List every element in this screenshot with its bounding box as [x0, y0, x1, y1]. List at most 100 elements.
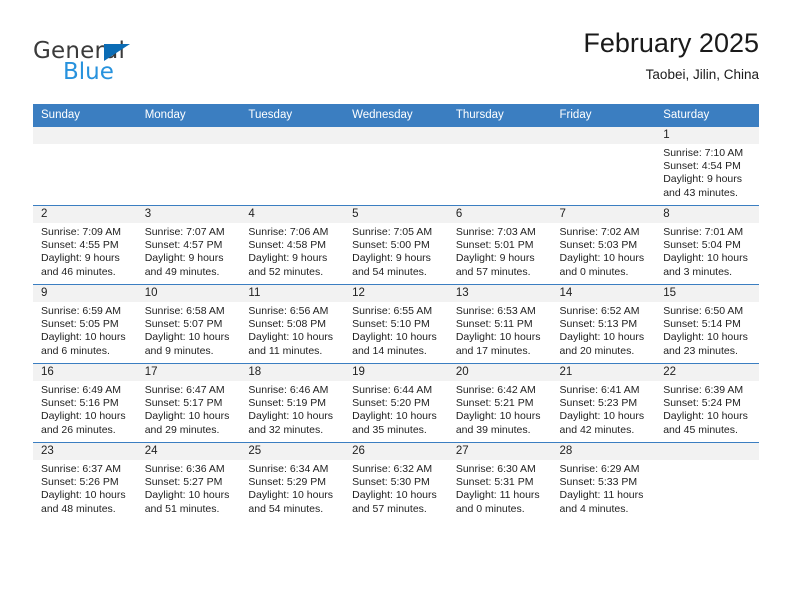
daylight-duration-line2: and 23 minutes.	[663, 344, 738, 357]
location-subtitle: Taobei, Jilin, China	[645, 67, 759, 82]
daylight-duration-line2: and 29 minutes.	[144, 423, 220, 436]
day-cell-content: 12 Sunrise: 6:55 AM Sunset: 5:10 PM Dayligh…	[344, 285, 448, 363]
calendar-day-cell[interactable]: 24 Sunrise: 6:36 AM Sunset: 5:27 PM Dayligh…	[136, 442, 241, 521]
day-cell-content: 11 Sunrise: 6:56 AM Sunset: 5:08 PM Dayligh…	[240, 285, 345, 363]
daylight-duration-line1: Daylight: 10 hours	[559, 331, 645, 344]
day-cell-content: 15 Sunrise: 6:50 AM Sunset: 5:14 PM Dayligh…	[655, 285, 759, 363]
day-number	[344, 127, 448, 144]
calendar-day-cell[interactable]: 13 Sunrise: 6:53 AM Sunset: 5:11 PM Dayligh…	[447, 284, 552, 364]
sunrise-time: Sunrise: 6:36 AM	[144, 463, 225, 475]
daylight-duration-line2: and 54 minutes.	[248, 502, 324, 515]
calendar-day-cell[interactable]: 5 Sunrise: 7:05 AM Sunset: 5:00 PM Daylight…	[344, 205, 448, 285]
sunrise-time: Sunrise: 7:05 AM	[352, 226, 433, 238]
sunrise-time: Sunrise: 6:47 AM	[144, 384, 225, 396]
daylight-duration-line1: Daylight: 10 hours	[41, 410, 126, 423]
sunset-time: Sunset: 5:33 PM	[559, 476, 638, 489]
day-number: 25	[240, 443, 345, 460]
daylight-duration-line1: Daylight: 10 hours	[41, 489, 126, 502]
day-cell-content: 26 Sunrise: 6:32 AM Sunset: 5:30 PM Dayligh…	[344, 443, 448, 521]
daylight-duration-line2: and 39 minutes.	[455, 423, 531, 436]
daylight-duration-line1: Daylight: 9 hours	[663, 173, 743, 186]
calendar-day-cell[interactable]: 3 Sunrise: 7:07 AM Sunset: 4:57 PM Daylight…	[136, 205, 241, 285]
calendar-day-cell[interactable]: 25 Sunrise: 6:34 AM Sunset: 5:29 PM Dayligh…	[240, 442, 345, 521]
calendar-day-cell[interactable]: 27 Sunrise: 6:30 AM Sunset: 5:31 PM Dayligh…	[447, 442, 552, 521]
day-cell-content: 8 Sunrise: 7:01 AM Sunset: 5:04 PM Daylight…	[655, 206, 759, 284]
day-number: 18	[240, 364, 345, 381]
weekday-header-wednesday: Wednesday	[344, 104, 448, 127]
daylight-duration-line1: Daylight: 9 hours	[41, 252, 120, 265]
daylight-duration-line2: and 57 minutes.	[352, 502, 427, 515]
calendar-day-cell[interactable]: 12 Sunrise: 6:55 AM Sunset: 5:10 PM Dayligh…	[344, 284, 448, 364]
day-number: 6	[447, 206, 552, 223]
calendar-day-cell[interactable]: 17 Sunrise: 6:47 AM Sunset: 5:17 PM Dayligh…	[136, 363, 241, 443]
calendar-day-cell[interactable]: 6 Sunrise: 7:03 AM Sunset: 5:01 PM Daylight…	[447, 205, 552, 285]
calendar-day-cell[interactable]: 16 Sunrise: 6:49 AM Sunset: 5:16 PM Dayligh…	[33, 363, 137, 443]
day-cell-content: 16 Sunrise: 6:49 AM Sunset: 5:16 PM Dayligh…	[33, 364, 137, 442]
sunrise-time: Sunrise: 7:10 AM	[663, 147, 744, 159]
calendar-day-cell[interactable]: 14 Sunrise: 6:52 AM Sunset: 5:13 PM Dayligh…	[551, 284, 656, 364]
calendar-day-cell[interactable]: 23 Sunrise: 6:37 AM Sunset: 5:26 PM Dayligh…	[33, 442, 137, 521]
sunrise-time: Sunrise: 6:32 AM	[352, 463, 433, 475]
day-cell-content: 5 Sunrise: 7:05 AM Sunset: 5:00 PM Daylight…	[344, 206, 448, 284]
daylight-duration-line1: Daylight: 10 hours	[455, 410, 541, 423]
day-number: 2	[33, 206, 137, 223]
calendar-day-cell[interactable]: 8 Sunrise: 7:01 AM Sunset: 5:04 PM Daylight…	[655, 205, 759, 285]
day-sun-info: Sunrise: 6:56 AM Sunset: 5:08 PM Daylight:…	[240, 302, 344, 358]
calendar-day-cell[interactable]: 26 Sunrise: 6:32 AM Sunset: 5:30 PM Dayligh…	[344, 442, 448, 521]
sunrise-time: Sunrise: 7:03 AM	[455, 226, 536, 238]
day-cell-content: 9 Sunrise: 6:59 AM Sunset: 5:05 PM Daylight…	[33, 285, 137, 363]
calendar-day-cell[interactable]: 15 Sunrise: 6:50 AM Sunset: 5:14 PM Dayligh…	[655, 284, 759, 364]
day-sun-info: Sunrise: 6:32 AM Sunset: 5:30 PM Daylight:…	[344, 460, 448, 516]
day-sun-info: Sunrise: 7:06 AM Sunset: 4:58 PM Daylight:…	[240, 223, 344, 279]
calendar-day-cell[interactable]: 19 Sunrise: 6:44 AM Sunset: 5:20 PM Dayligh…	[344, 363, 448, 443]
logo-text-blue: Blue	[63, 59, 114, 85]
daylight-duration-line1: Daylight: 10 hours	[455, 331, 541, 344]
daylight-duration-line2: and 42 minutes.	[559, 423, 635, 436]
calendar-day-cell[interactable]: 22 Sunrise: 6:39 AM Sunset: 5:24 PM Dayligh…	[655, 363, 759, 443]
daylight-duration-line2: and 3 minutes.	[663, 265, 733, 278]
sunrise-time: Sunrise: 7:01 AM	[663, 226, 744, 238]
daylight-duration-line2: and 14 minutes.	[352, 344, 427, 357]
sunrise-time: Sunrise: 7:09 AM	[41, 226, 121, 238]
calendar-day-cell[interactable]: 1 Sunrise: 7:10 AM Sunset: 4:54 PM Daylight…	[655, 126, 759, 206]
calendar-day-cell[interactable]: 21 Sunrise: 6:41 AM Sunset: 5:23 PM Dayligh…	[551, 363, 656, 443]
day-cell-content: 28 Sunrise: 6:29 AM Sunset: 5:33 PM Dayligh…	[551, 443, 656, 521]
day-number	[551, 127, 656, 144]
calendar-day-cell[interactable]: 9 Sunrise: 6:59 AM Sunset: 5:05 PM Daylight…	[33, 284, 137, 364]
daylight-duration-line1: Daylight: 9 hours	[352, 252, 431, 265]
calendar-day-cell[interactable]: 2 Sunrise: 7:09 AM Sunset: 4:55 PM Daylight…	[33, 205, 137, 285]
day-number: 14	[551, 285, 656, 302]
day-sun-info: Sunrise: 6:39 AM Sunset: 5:24 PM Daylight:…	[655, 381, 759, 437]
calendar-day-cell[interactable]: 10 Sunrise: 6:58 AM Sunset: 5:07 PM Dayligh…	[136, 284, 241, 364]
sunrise-time: Sunrise: 6:39 AM	[663, 384, 744, 396]
day-cell-content: 20 Sunrise: 6:42 AM Sunset: 5:21 PM Dayligh…	[447, 364, 552, 442]
day-cell-content: 21 Sunrise: 6:41 AM Sunset: 5:23 PM Dayligh…	[551, 364, 656, 442]
calendar-day-cell[interactable]: 18 Sunrise: 6:46 AM Sunset: 5:19 PM Dayligh…	[240, 363, 345, 443]
day-number: 28	[551, 443, 656, 460]
calendar-day-cell[interactable]: 7 Sunrise: 7:02 AM Sunset: 5:03 PM Daylight…	[551, 205, 656, 285]
sunset-time: Sunset: 5:07 PM	[144, 318, 223, 331]
daylight-duration-line2: and 43 minutes.	[663, 186, 738, 199]
calendar-day-cell[interactable]: 28 Sunrise: 6:29 AM Sunset: 5:33 PM Dayligh…	[551, 442, 656, 521]
day-number: 15	[655, 285, 759, 302]
daylight-duration-line1: Daylight: 10 hours	[144, 410, 230, 423]
day-sun-info: Sunrise: 6:37 AM Sunset: 5:26 PM Daylight:…	[33, 460, 137, 516]
daylight-duration-line2: and 17 minutes.	[455, 344, 531, 357]
daylight-duration-line2: and 9 minutes.	[144, 344, 214, 357]
day-number: 20	[447, 364, 552, 381]
day-cell-content: 14 Sunrise: 6:52 AM Sunset: 5:13 PM Dayligh…	[551, 285, 656, 363]
day-number	[240, 127, 345, 144]
day-cell-content: 3 Sunrise: 7:07 AM Sunset: 4:57 PM Daylight…	[136, 206, 241, 284]
calendar-empty-cell	[447, 126, 552, 206]
calendar-day-cell[interactable]: 20 Sunrise: 6:42 AM Sunset: 5:21 PM Dayligh…	[447, 363, 552, 443]
calendar-day-cell[interactable]: 11 Sunrise: 6:56 AM Sunset: 5:08 PM Dayligh…	[240, 284, 345, 364]
sunset-time: Sunset: 5:26 PM	[41, 476, 119, 489]
daylight-duration-line1: Daylight: 10 hours	[559, 410, 645, 423]
sunset-time: Sunset: 4:57 PM	[144, 239, 223, 252]
daylight-duration-line1: Daylight: 9 hours	[248, 252, 328, 265]
sunset-time: Sunset: 5:13 PM	[559, 318, 638, 331]
calendar-day-cell[interactable]: 4 Sunrise: 7:06 AM Sunset: 4:58 PM Daylight…	[240, 205, 345, 285]
day-cell-content	[551, 127, 656, 205]
day-number: 24	[136, 443, 241, 460]
day-number: 4	[240, 206, 345, 223]
